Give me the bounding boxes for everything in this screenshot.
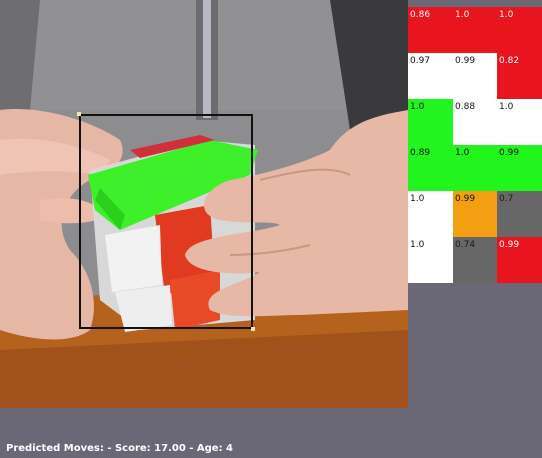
confidence-label: 0.99 (499, 148, 520, 158)
grid-row: 0.86 1.0 1.0 (408, 7, 542, 53)
sticker-cell-gray: 0.74 (453, 237, 497, 283)
confidence-label: 1.0 (410, 102, 425, 112)
sticker-cell-white: 1.0 (408, 237, 453, 283)
confidence-label: 0.97 (410, 56, 431, 66)
grid-row: 0.97 0.99 0.82 (408, 53, 542, 99)
sticker-cell-white: 0.88 (453, 99, 497, 145)
box-corner-marker (77, 112, 81, 116)
confidence-label: 0.99 (499, 240, 520, 250)
confidence-label: 0.7 (499, 194, 514, 204)
confidence-label: 1.0 (499, 102, 514, 112)
cube-detection-box (79, 114, 253, 329)
sticker-cell-orange: 0.99 (453, 191, 497, 237)
confidence-label: 1.0 (410, 194, 425, 204)
sticker-cell-gray: 0.7 (497, 191, 542, 237)
sticker-cell-white: 1.0 (408, 191, 453, 237)
confidence-label: 0.99 (455, 194, 476, 204)
sticker-cell-green: 1.0 (408, 99, 453, 145)
sticker-cell-red: 1.0 (453, 7, 497, 53)
sticker-cell-green: 0.89 (408, 145, 453, 191)
confidence-label: 1.0 (455, 148, 470, 158)
sticker-cell-green: 0.99 (497, 145, 542, 191)
sticker-cell-red: 0.82 (497, 53, 542, 99)
sticker-cell-white: 0.97 (408, 53, 453, 99)
confidence-label: 1.0 (455, 10, 470, 20)
grid-row: 1.0 0.99 0.7 (408, 191, 542, 237)
sticker-cell-red: 0.86 (408, 7, 453, 53)
sticker-cell-red: 0.99 (497, 237, 542, 283)
sticker-cell-red: 1.0 (497, 7, 542, 53)
sticker-cell-green: 1.0 (453, 145, 497, 191)
confidence-label: 0.86 (410, 10, 431, 20)
face-grid-panel: 0.86 1.0 1.0 0.97 0.99 0.82 1.0 0.88 1.0 0.89 1.0 0… (408, 0, 542, 408)
face-grid: 0.86 1.0 1.0 0.97 0.99 0.82 1.0 0.88 1.0 0.89 1.0 0… (408, 7, 542, 283)
status-text: Predicted Moves: - Score: 17.00 - Age: 4 (6, 443, 234, 454)
grid-row: 1.0 0.74 0.99 (408, 237, 542, 283)
box-corner-marker (251, 327, 255, 331)
confidence-label: 0.89 (410, 148, 431, 158)
confidence-label: 1.0 (410, 240, 425, 250)
grid-row: 0.89 1.0 0.99 (408, 145, 542, 191)
confidence-label: 0.88 (455, 102, 476, 112)
confidence-label: 1.0 (499, 10, 514, 20)
confidence-label: 0.82 (499, 56, 520, 66)
grid-row: 1.0 0.88 1.0 (408, 99, 542, 145)
sticker-cell-white: 0.99 (453, 53, 497, 99)
sticker-cell-white: 1.0 (497, 99, 542, 145)
confidence-label: 0.74 (455, 240, 476, 250)
status-bar: Predicted Moves: - Score: 17.00 - Age: 4 (0, 408, 542, 458)
camera-feed (0, 0, 408, 408)
confidence-label: 0.99 (455, 56, 476, 66)
